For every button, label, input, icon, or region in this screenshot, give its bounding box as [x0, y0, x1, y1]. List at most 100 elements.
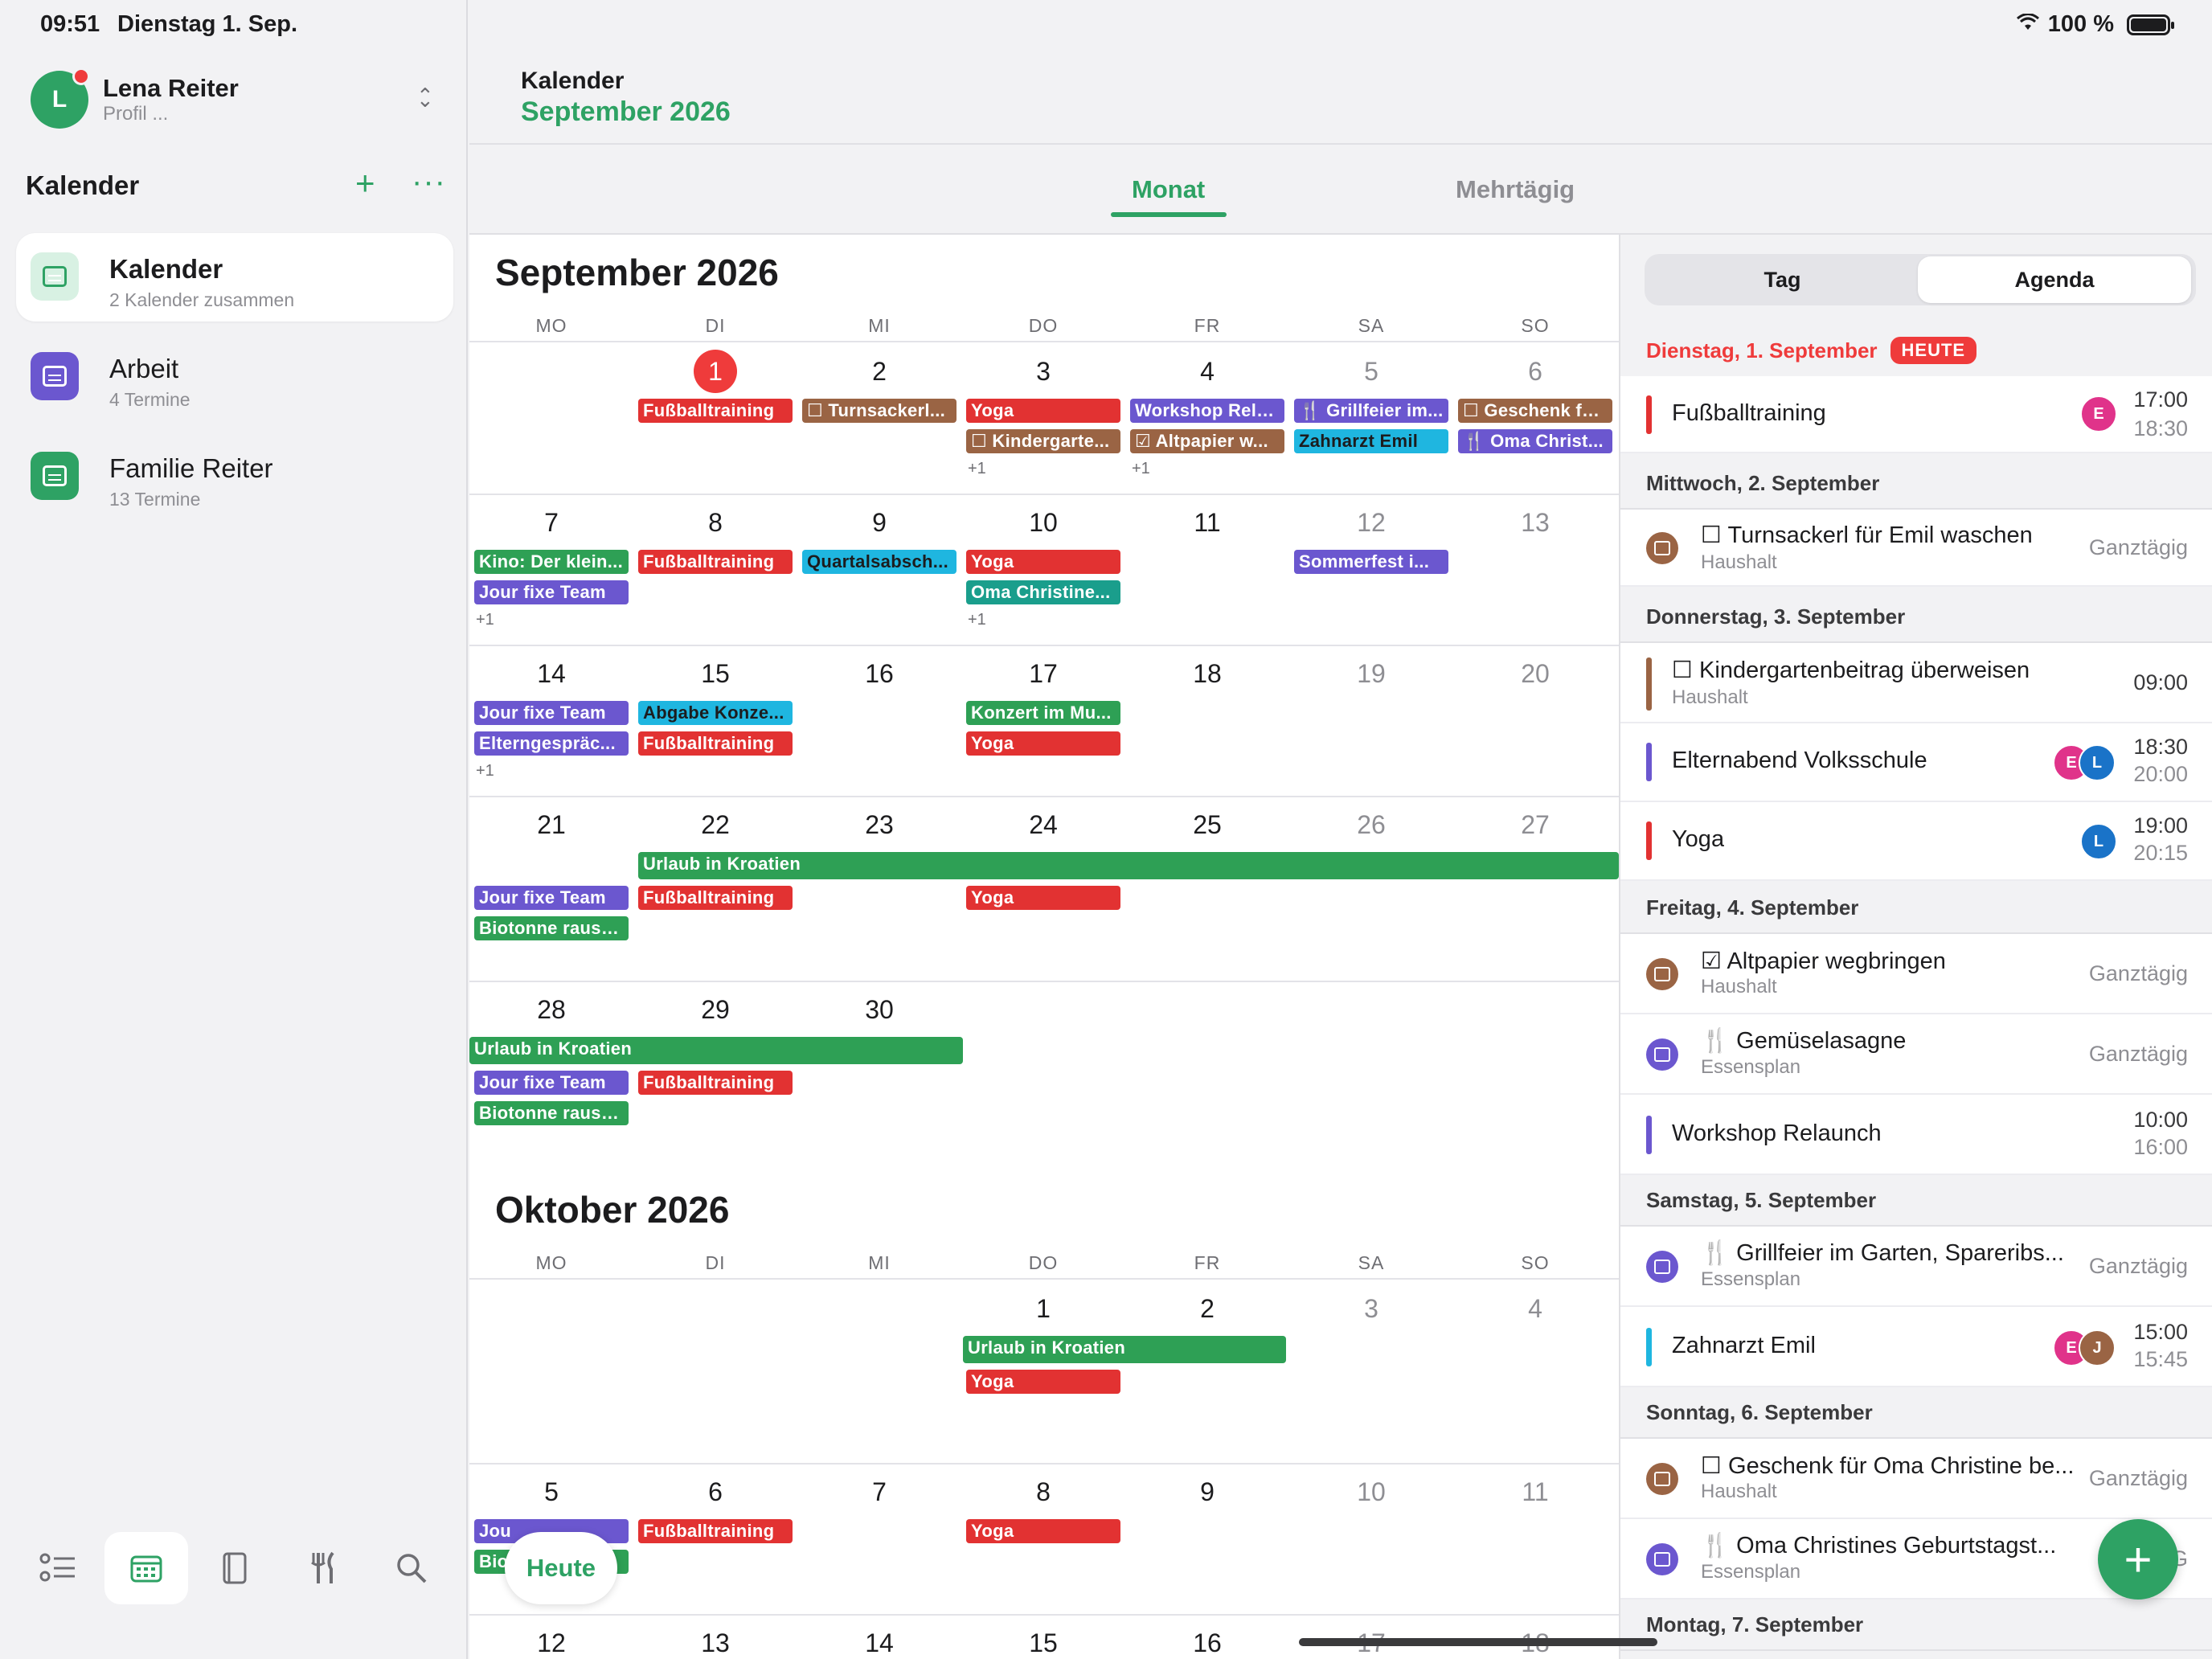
day-number[interactable]: 15	[961, 1628, 1125, 1658]
tab-agenda[interactable]: Agenda	[1918, 256, 2191, 303]
calendar-tab-icon[interactable]	[104, 1532, 188, 1604]
day-number[interactable]: 3	[961, 357, 1125, 387]
more-events[interactable]: +1	[1132, 460, 1150, 478]
day-number[interactable]: 5	[469, 1477, 633, 1507]
day-number[interactable]: 3	[1289, 1294, 1453, 1324]
event-chip[interactable]: Konzert im Mu...	[966, 701, 1120, 725]
tasks-tab-icon[interactable]	[16, 1532, 100, 1604]
day-number-today[interactable]: 1	[633, 350, 797, 393]
day-number[interactable]: 27	[1453, 810, 1617, 840]
day-number[interactable]: 14	[469, 659, 633, 689]
event-chip[interactable]: Fußballtraining	[638, 1519, 793, 1543]
more-events[interactable]: +1	[968, 460, 986, 478]
event-chip[interactable]: Yoga	[966, 1370, 1120, 1394]
more-events[interactable]: +1	[476, 611, 494, 629]
agenda-entry[interactable]: 🍴 Grillfeier im Garten, Spareribs... Ess…	[1620, 1227, 2212, 1307]
day-number[interactable]: 4	[1453, 1294, 1617, 1324]
event-chip[interactable]: ☐ Turnsackerl...	[802, 399, 956, 423]
day-number[interactable]: 8	[961, 1477, 1125, 1507]
event-chip[interactable]: 🍴 Grillfeier im...	[1294, 399, 1448, 423]
day-number[interactable]: 25	[1125, 810, 1289, 840]
day-number[interactable]: 2	[797, 357, 961, 387]
sidebar-item-arbeit[interactable]: Arbeit 4 Termine	[16, 333, 453, 421]
day-number[interactable]: 5	[1289, 357, 1453, 387]
day-number[interactable]: 15	[633, 659, 797, 689]
tab-mehrtaegig[interactable]: Mehrtägig	[1456, 175, 1575, 204]
agenda-entry[interactable]: Workshop Relaunch 10:00 16:00	[1620, 1095, 2212, 1175]
event-chip[interactable]: Abgabe Konze...	[638, 701, 793, 725]
day-number[interactable]: 28	[469, 995, 633, 1025]
day-number[interactable]: 19	[1289, 659, 1453, 689]
event-chip[interactable]: Elterngespräc...	[474, 731, 629, 756]
event-chip[interactable]: Yoga	[966, 550, 1120, 574]
day-number[interactable]: 6	[633, 1477, 797, 1507]
day-number[interactable]: 16	[1125, 1628, 1289, 1658]
tab-monat[interactable]: Monat	[1132, 175, 1205, 204]
day-number[interactable]: 16	[797, 659, 961, 689]
day-number[interactable]: 9	[797, 508, 961, 538]
day-number[interactable]: 12	[469, 1628, 633, 1658]
event-chip[interactable]: Workshop Rela...	[1130, 399, 1284, 423]
day-number[interactable]: 22	[633, 810, 797, 840]
more-events[interactable]: +1	[968, 611, 986, 629]
event-chip[interactable]: ☑ Altpapier w...	[1130, 429, 1284, 453]
day-number[interactable]: 8	[633, 508, 797, 538]
today-button[interactable]: Heute	[505, 1532, 617, 1604]
day-number[interactable]: 23	[797, 810, 961, 840]
event-chip[interactable]: 🍴 Oma Christ...	[1458, 429, 1612, 453]
event-chip[interactable]: Oma Christine...	[966, 580, 1120, 604]
event-chip[interactable]: Jour fixe Team	[474, 886, 629, 910]
event-chip[interactable]: Biotonne rauss...	[474, 1101, 629, 1125]
agenda-entry[interactable]: Yoga L 19:00 20:15	[1620, 802, 2212, 881]
event-chip[interactable]: Fußballtraining	[638, 886, 793, 910]
event-chip[interactable]: Fußballtraining	[638, 399, 793, 423]
agenda-entry[interactable]: 🍴 Gemüselasagne Essensplan Ganztägig	[1620, 1014, 2212, 1095]
day-number[interactable]: 18	[1125, 659, 1289, 689]
agenda-entry[interactable]: ☐ Kindergartenbeitrag überweisen Haushal…	[1620, 643, 2212, 723]
day-number[interactable]: 24	[961, 810, 1125, 840]
day-number[interactable]: 7	[797, 1477, 961, 1507]
day-number[interactable]: 1	[961, 1294, 1125, 1324]
agenda-panel[interactable]: Tag Agenda Dienstag, 1. September HEUTE …	[1619, 235, 2212, 1659]
event-chip[interactable]: Fußballtraining	[638, 550, 793, 574]
fork-knife-tab-icon[interactable]	[281, 1532, 365, 1604]
more-events[interactable]: +1	[476, 762, 494, 780]
day-number[interactable]: 4	[1125, 357, 1289, 387]
agenda-entry[interactable]: ☐ Geschenk für Oma Christine be... Haush…	[1620, 1439, 2212, 1519]
event-chip[interactable]: Yoga	[966, 399, 1120, 423]
header-month[interactable]: September 2026	[521, 96, 731, 128]
event-chip[interactable]: Fußballtraining	[638, 1071, 793, 1095]
sidebar-item-kalender[interactable]: Kalender 2 Kalender zusammen	[16, 233, 453, 322]
multiday-event[interactable]: Urlaub in Kroatien	[963, 1336, 1286, 1363]
day-number[interactable]: 10	[961, 508, 1125, 538]
more-icon[interactable]: ···	[412, 164, 446, 200]
day-number[interactable]: 14	[797, 1628, 961, 1658]
day-number[interactable]: 13	[1453, 508, 1617, 538]
search-tab-icon[interactable]	[370, 1532, 453, 1604]
day-number[interactable]: 30	[797, 995, 961, 1025]
book-tab-icon[interactable]	[193, 1532, 276, 1604]
agenda-entry[interactable]: Fußballtraining E 17:00 18:30	[1620, 376, 2212, 453]
day-number[interactable]: 11	[1125, 508, 1289, 538]
event-chip[interactable]: Kino: Der klein...	[474, 550, 629, 574]
agenda-entry[interactable]: Elternabend Volksschule E L 18:30 20:00	[1620, 723, 2212, 802]
event-chip[interactable]: Yoga	[966, 886, 1120, 910]
day-number[interactable]: 7	[469, 508, 633, 538]
day-number[interactable]: 2	[1125, 1294, 1289, 1324]
agenda-entry[interactable]: ☑ Altpapier wegbringen Haushalt Ganztägi…	[1620, 934, 2212, 1014]
agenda-entry[interactable]: ☐ Turnsackerl für Emil waschen Haushalt …	[1620, 510, 2212, 587]
event-chip[interactable]: Yoga	[966, 731, 1120, 756]
sidebar-item-familie[interactable]: Familie Reiter 13 Termine	[16, 432, 453, 521]
event-chip[interactable]: Fußballtraining	[638, 731, 793, 756]
profile-switcher[interactable]: L Lena Reiter Profil ... ⌃ ⌄	[31, 68, 465, 129]
multiday-event[interactable]: Urlaub in Kroatien	[638, 852, 1619, 879]
day-number[interactable]: 13	[633, 1628, 797, 1658]
day-number[interactable]: 10	[1289, 1477, 1453, 1507]
event-chip[interactable]: Jour fixe Team	[474, 701, 629, 725]
multiday-event[interactable]: Urlaub in Kroatien	[469, 1037, 963, 1064]
day-number[interactable]: 6	[1453, 357, 1617, 387]
event-chip[interactable]: Jour fixe Team	[474, 580, 629, 604]
event-chip[interactable]: Quartalsabsch...	[802, 550, 956, 574]
day-number[interactable]: 11	[1453, 1477, 1617, 1507]
event-chip[interactable]: Biotonne rauss...	[474, 916, 629, 940]
